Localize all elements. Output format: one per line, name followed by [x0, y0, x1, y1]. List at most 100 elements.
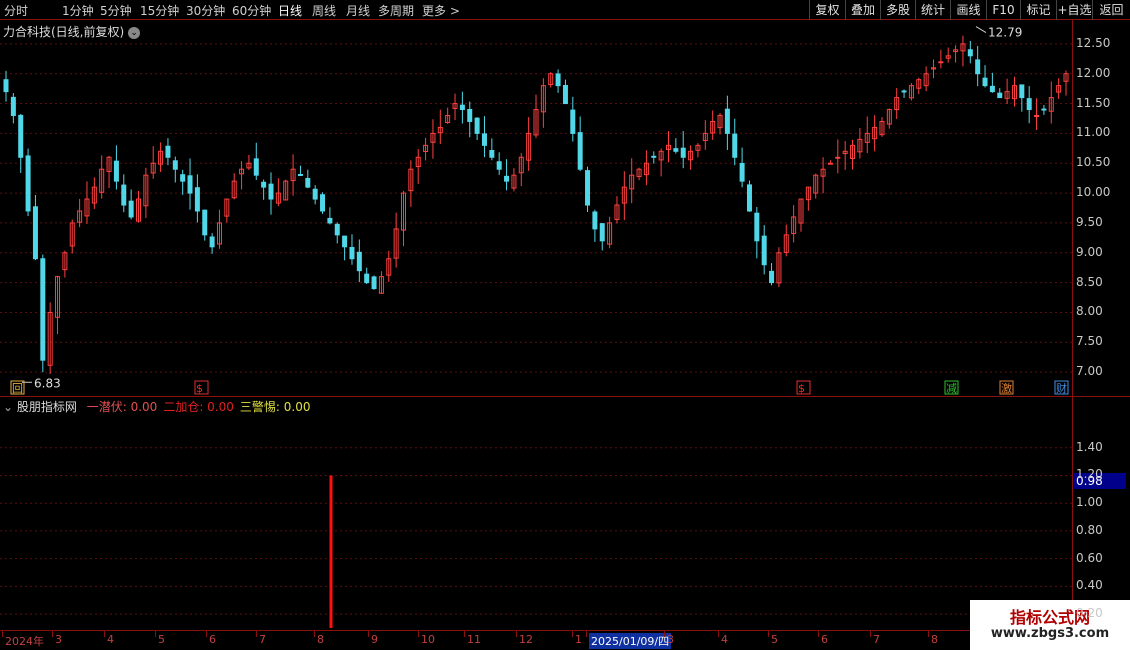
candle-body — [504, 175, 510, 182]
candle-body — [113, 160, 119, 182]
candle-body — [253, 158, 259, 176]
price-tick-label: 12.50 — [1076, 35, 1111, 50]
candle-body — [555, 73, 561, 87]
price-tick-label: 10.50 — [1076, 155, 1111, 170]
price-tick-label: 9.50 — [1076, 214, 1103, 229]
date-label: 6 — [209, 633, 216, 646]
low-price-label: 6.83 — [34, 376, 61, 390]
date-tick — [586, 631, 587, 637]
date-label: 5 — [158, 633, 165, 646]
candle-body — [25, 155, 31, 212]
candle-body — [739, 162, 745, 182]
date-tick — [2, 631, 3, 637]
candle-body — [10, 96, 16, 116]
candle-body — [297, 173, 303, 176]
candle-body — [673, 148, 679, 152]
date-tick — [870, 631, 871, 637]
candle-body — [320, 194, 326, 212]
candle-body — [128, 200, 134, 218]
date-label: 6 — [821, 633, 828, 646]
date-tick — [314, 631, 315, 637]
date-label: 8 — [931, 633, 938, 646]
date-label: 12 — [519, 633, 533, 646]
date-label: 7 — [259, 633, 266, 646]
date-tick — [572, 631, 573, 637]
candle-body — [172, 160, 178, 170]
candle-body — [680, 147, 686, 158]
price-tick-label: 7.00 — [1076, 364, 1103, 379]
chart-canvas[interactable]: 12.79 6.83 回 $ $ 减 激 财 — [0, 0, 1072, 632]
event-marker: 减 — [946, 382, 957, 395]
high-pointer — [975, 26, 987, 33]
date-label: 5 — [771, 633, 778, 646]
candle-body — [724, 108, 730, 134]
candle-body — [982, 77, 988, 87]
date-label: 8 — [317, 633, 324, 646]
price-tick-label: 11.50 — [1076, 95, 1111, 110]
candle-body — [1041, 108, 1047, 111]
date-label: 7 — [873, 633, 880, 646]
price-tick-label: 12.00 — [1076, 65, 1111, 80]
candle-body — [489, 149, 495, 158]
event-marker: $ — [798, 382, 805, 395]
date-tick — [155, 631, 156, 637]
date-tick — [52, 631, 53, 637]
candle-body — [364, 273, 370, 284]
candle-body — [356, 251, 362, 272]
candle-body — [967, 49, 973, 57]
candle-body — [989, 85, 995, 93]
date-label: 2024年 — [5, 635, 44, 648]
candle-body — [165, 145, 171, 158]
indicator-tick-label: 0.40 — [1076, 578, 1103, 593]
candle-body — [732, 133, 738, 158]
candle-body — [827, 162, 833, 165]
candle-body — [746, 184, 752, 212]
event-marker: 财 — [1056, 381, 1067, 395]
candle-body — [349, 247, 355, 260]
event-marker: $ — [196, 382, 203, 395]
candle-body — [40, 258, 46, 361]
date-axis: 2024年 3 4 5 6 7 8 9 10 11 12 1 2025/01/09/四 3 4 5 6 7 8 — [0, 630, 1130, 650]
date-tick — [718, 631, 719, 637]
price-tick-label: 9.00 — [1076, 244, 1103, 259]
candle-body — [592, 211, 598, 230]
date-label: 9 — [371, 633, 378, 646]
candle-body — [585, 170, 591, 206]
date-label: 10 — [421, 633, 435, 646]
candle-body — [754, 212, 760, 242]
indicator-tick-label: 0.20 — [1076, 606, 1103, 621]
date-tick — [418, 631, 419, 637]
candle-body — [570, 109, 576, 134]
candle-body — [121, 184, 127, 206]
date-tick — [206, 631, 207, 637]
candle-body — [1034, 114, 1040, 117]
price-tick-label: 11.00 — [1076, 125, 1111, 140]
indicator-tick-label: 0.60 — [1076, 550, 1103, 565]
candle-body — [938, 61, 944, 64]
date-tick — [768, 631, 769, 637]
candle-body — [975, 59, 981, 75]
candle-body — [180, 174, 186, 182]
candle-body — [18, 114, 24, 158]
date-tick — [516, 631, 517, 637]
date-tick — [368, 631, 369, 637]
price-tick-label: 8.00 — [1076, 304, 1103, 319]
price-tick-label: 7.50 — [1076, 334, 1103, 349]
candle-body — [202, 209, 208, 236]
candle-body — [371, 276, 377, 290]
candle-body — [1026, 98, 1032, 111]
candle-body — [334, 223, 340, 236]
toolbar-button-8[interactable]: 返回 — [1092, 0, 1130, 20]
candle-body — [1019, 84, 1025, 99]
date-tick — [818, 631, 819, 637]
high-price-label: 12.79 — [988, 26, 1022, 40]
candle-body — [209, 236, 215, 248]
candle-body — [467, 108, 473, 122]
event-marker: 激 — [1001, 381, 1012, 395]
candle-body — [327, 217, 333, 224]
date-tick — [928, 631, 929, 637]
indicator-tick-label: 1.40 — [1076, 439, 1103, 454]
candle-body — [32, 206, 38, 260]
date-tick — [104, 631, 105, 637]
candle-body — [3, 79, 9, 93]
